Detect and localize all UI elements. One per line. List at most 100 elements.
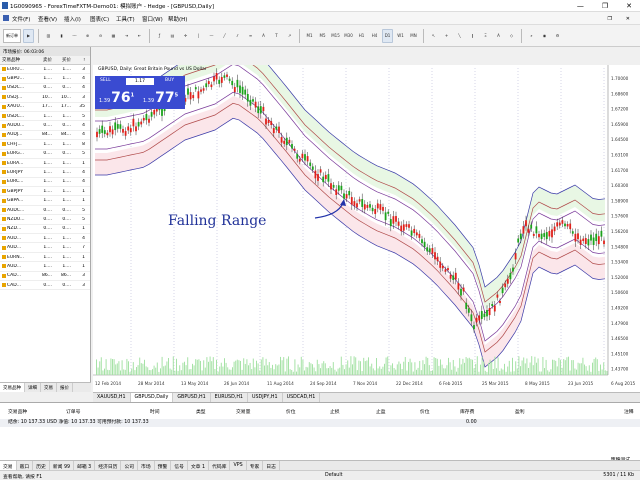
candlestick-icon[interactable]: ▮ bbox=[56, 29, 67, 43]
term-col-profit[interactable]: 盈利 bbox=[515, 408, 525, 415]
sell-button[interactable]: SELL bbox=[100, 78, 111, 83]
term-tab-exposure[interactable]: 敞口 bbox=[17, 461, 34, 470]
market-watch-row[interactable]: XAUU... 17... 17... 35 bbox=[0, 103, 90, 112]
menu-window[interactable]: 窗口(W) bbox=[142, 15, 163, 23]
buy-button[interactable]: BUY bbox=[165, 78, 174, 83]
search-icon[interactable]: ⌕ bbox=[526, 29, 537, 43]
market-watch-row[interactable]: EURN... 1.... 1.... 1 bbox=[0, 253, 90, 263]
autoscroll-icon[interactable]: ⇥ bbox=[121, 29, 132, 43]
term-col-price[interactable]: 价位 bbox=[286, 408, 296, 415]
timeframe-m15[interactable]: M15 bbox=[330, 29, 341, 43]
zoom-in-icon[interactable]: ⊕ bbox=[82, 29, 93, 43]
menu-help[interactable]: 帮助(H) bbox=[168, 15, 187, 23]
indicators-icon[interactable]: ƒ bbox=[154, 29, 165, 43]
line-chart-icon[interactable]: 〰 bbox=[69, 29, 80, 43]
market-watch-row[interactable]: CAD... 0.... 0.... 3 bbox=[0, 281, 90, 291]
term-tab-calendar[interactable]: 经济日历 bbox=[95, 461, 122, 470]
term-col-volume[interactable]: 交易量 bbox=[236, 408, 250, 415]
crosshair-icon[interactable]: ✛ bbox=[180, 29, 191, 43]
timeframe-mn[interactable]: MN bbox=[408, 29, 419, 43]
term-tab-alerts[interactable]: 预警 bbox=[155, 461, 172, 470]
close-button[interactable]: ✕ bbox=[626, 2, 632, 10]
market-watch-row[interactable]: EURJPY 1.... 1.... 4 bbox=[0, 168, 90, 178]
market-watch-row[interactable]: GBPA... 1.... 1.... 1 bbox=[0, 196, 90, 206]
close-child-icon[interactable]: ✕ bbox=[626, 16, 630, 22]
market-watch-row[interactable]: CHFJ... 1.... 1.... 8 bbox=[0, 140, 90, 150]
chart-window[interactable]: 1.70000 1.68600 1.67200 1.65900 1.64500 1.631… bbox=[93, 65, 640, 392]
market-watch-row[interactable]: AUDU... 0.... 0.... 4 bbox=[0, 121, 90, 131]
chart-tab-usdjpy-h1[interactable]: USDJPY,H1 bbox=[248, 393, 283, 402]
timeframe-h4[interactable]: H4 bbox=[369, 29, 380, 43]
signals-icon[interactable]: ◉ bbox=[539, 29, 550, 43]
chart-tab-gbpusd-h1[interactable]: GBPUSD,H1 bbox=[173, 393, 211, 402]
market-watch-row[interactable]: AUD... 1.... 1.... 4 bbox=[0, 234, 90, 244]
falling-range-annotation[interactable]: Falling Range bbox=[168, 213, 266, 229]
fibo-tool-icon[interactable]: Ξ bbox=[480, 29, 491, 43]
chart-tab-eurusd-h1[interactable]: EURUSD,H1 bbox=[211, 393, 248, 402]
channel-icon[interactable]: ⫽ bbox=[232, 29, 243, 43]
menu-charts[interactable]: 图表(C) bbox=[90, 15, 109, 23]
term-tab-trade[interactable]: 交易 bbox=[0, 461, 17, 470]
timeframe-m1[interactable]: M1 bbox=[304, 29, 315, 43]
term-col-time[interactable]: 时间 bbox=[150, 408, 160, 415]
term-col-symbol[interactable]: 交易品种 bbox=[8, 408, 27, 415]
timeframe-m5[interactable]: M5 bbox=[317, 29, 328, 43]
tile-windows-icon[interactable]: ▦ bbox=[108, 29, 119, 43]
market-watch-row[interactable]: EURC... 1.... 1.... 4 bbox=[0, 178, 90, 188]
term-tab-articles[interactable]: 文章 1 bbox=[188, 461, 210, 470]
term-tab-mailbox[interactable]: 邮箱 3 bbox=[74, 461, 96, 470]
trendline-icon[interactable]: ╱ bbox=[219, 29, 230, 43]
term-col-sl[interactable]: 止损 bbox=[330, 408, 340, 415]
term-tab-market[interactable]: 市场 bbox=[138, 461, 155, 470]
text-icon[interactable]: A bbox=[258, 29, 269, 43]
term-col-order[interactable]: 订单号 bbox=[66, 408, 80, 415]
timeframe-w1[interactable]: W1 bbox=[395, 29, 406, 43]
templates-icon[interactable]: ▤ bbox=[167, 29, 178, 43]
term-tab-signals[interactable]: 信号 bbox=[171, 461, 188, 470]
term-tab-codebase[interactable]: 代码库 bbox=[209, 461, 231, 470]
menu-tools[interactable]: 工具(T) bbox=[116, 15, 135, 23]
market-watch-row[interactable]: AUD... 1.... 1.... 1 bbox=[0, 262, 90, 272]
term-tab-news[interactable]: 新闻 99 bbox=[50, 461, 75, 470]
market-watch-row[interactable]: NZD... 0.... 0.... 1 bbox=[0, 225, 90, 235]
label-icon[interactable]: T bbox=[271, 29, 282, 43]
fibonacci-icon[interactable]: ≡ bbox=[245, 29, 256, 43]
chart-tab-xauusd-h1[interactable]: XAUUSD,H1 bbox=[93, 393, 131, 402]
zoom-out-icon[interactable]: ⊖ bbox=[95, 29, 106, 43]
volume-field[interactable]: 1.17 bbox=[126, 78, 154, 85]
new-order-button[interactable]: 新订单 bbox=[3, 28, 21, 43]
timeframe-m30[interactable]: M30 bbox=[343, 29, 354, 43]
term-col-price2[interactable]: 价位 bbox=[420, 408, 430, 415]
chart-tab-gbpusd-daily[interactable]: GBPUSD,Daily bbox=[130, 393, 174, 402]
market-watch-row[interactable]: USDC... 1.... 1.... 5 bbox=[0, 112, 90, 122]
vertical-line-icon[interactable]: | bbox=[193, 29, 204, 43]
term-col-swap[interactable]: 库存费 bbox=[460, 408, 474, 415]
term-col-type[interactable]: 类型 bbox=[196, 408, 206, 415]
maximize-button[interactable]: ❐ bbox=[602, 2, 608, 10]
term-tab-journal[interactable]: 日志 bbox=[263, 461, 280, 470]
shapes-icon[interactable]: ◇ bbox=[506, 29, 517, 43]
market-watch-row[interactable]: AUDC... 0.... 0.... 5 bbox=[0, 206, 90, 216]
minimize-button[interactable]: — bbox=[577, 2, 584, 10]
tab-ticks[interactable]: 报价 bbox=[57, 383, 73, 392]
term-col-tp[interactable]: 止盈 bbox=[376, 408, 386, 415]
market-watch-row[interactable]: USDC... 0.... 0.... 4 bbox=[0, 84, 90, 94]
col-spread[interactable]: ! bbox=[71, 58, 85, 63]
buy-price[interactable]: 1.39775 bbox=[143, 90, 178, 106]
tab-details[interactable]: 详细 bbox=[25, 383, 41, 392]
equidistant-channel-icon[interactable]: ∥ bbox=[467, 29, 478, 43]
timeframe-h1[interactable]: H1 bbox=[356, 29, 367, 43]
settings-icon[interactable]: ⚙ bbox=[552, 29, 563, 43]
tab-trading[interactable]: 交易 bbox=[41, 383, 57, 392]
market-watch-row[interactable]: USDJ... 10... 10... 3 bbox=[0, 93, 90, 103]
col-ask[interactable]: 买价 bbox=[52, 57, 71, 63]
market-watch-row[interactable]: AUDJ... 84... 84... 4 bbox=[0, 131, 90, 141]
line-tool-icon[interactable]: ╲ bbox=[454, 29, 465, 43]
horizontal-line-icon[interactable]: — bbox=[206, 29, 217, 43]
market-watch-row[interactable]: EURA... 1.... 1.... 1 bbox=[0, 159, 90, 169]
market-watch-row[interactable]: NZDU... 0.... 0.... 5 bbox=[0, 215, 90, 225]
sell-price[interactable]: 1.39761 bbox=[99, 90, 134, 106]
market-watch-row[interactable]: EURG... 0.... 0.... 5 bbox=[0, 150, 90, 159]
market-watch-row[interactable]: GBPJPY 1.... 1.... 1 bbox=[0, 187, 90, 197]
algo-trading-icon[interactable]: ▶ bbox=[23, 28, 34, 43]
